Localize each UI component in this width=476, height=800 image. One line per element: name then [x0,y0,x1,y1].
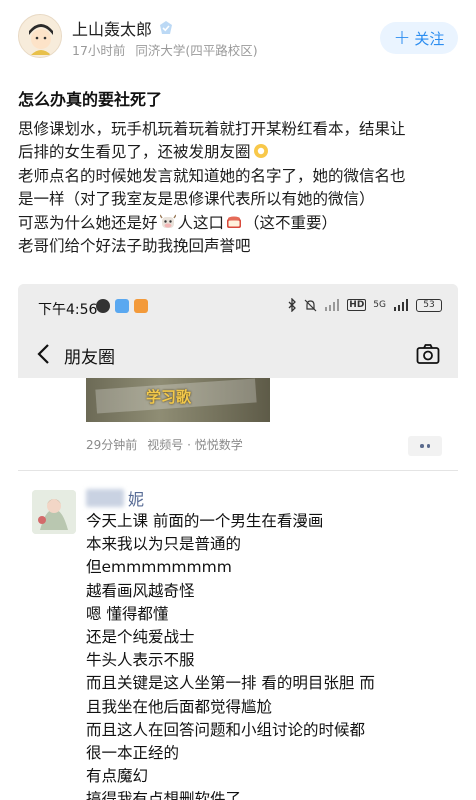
moment-line: 有点魔幻 [86,767,149,786]
plus-icon: + [393,25,411,49]
bento-box-emoji-icon [227,216,242,228]
moment-line: 本来我以为只是普通的 [86,535,242,554]
post-time: 17小时前 [72,43,126,58]
moment-line: 嗯 懂得都懂 [86,604,169,623]
post-title: 怎么办真的要社死了 [18,90,163,109]
post-meta: 17小时前 同济大学(四平路校区) [72,40,258,59]
status-bar: 下午4:56 HD 5G 53 [18,284,458,330]
signal-icon [325,299,340,311]
ok-hand-emoji-icon [253,144,268,159]
post-header: 上山轰太郎 17小时前 同济大学(四平路校区) + 关注 [0,0,476,70]
nav-title: 朋友圈 [64,348,115,368]
body-line: 思修课划水，玩手机玩着玩着就打开某粉红看本，结果让 [18,120,406,138]
video-time: 29分钟前 [86,438,138,452]
blurred-name [86,489,124,507]
status-time: 下午4:56 [38,302,98,318]
moment-line: 但emmmmmmmm [86,558,232,577]
signal-strength-icon [394,299,408,311]
video-source[interactable]: 视频号 · 悦悦数学 [147,436,242,453]
post-body: 思修课划水，玩手机玩着玩着就打开某粉红看本，结果让 后排的女生看见了，还被发朋友… [18,118,462,258]
moment-line: 牛头人表示不服 [86,651,195,670]
body-line: 是一样（对了我室友是思修课代表所以有她的微信） [18,190,375,209]
friend-name[interactable]: 妮 [86,486,144,510]
follow-label: 关注 [414,29,445,48]
moments-nav-bar: 朋友圈 [18,330,458,378]
camera-icon[interactable] [416,343,440,365]
user-avatar[interactable] [18,14,62,58]
back-arrow-icon[interactable] [34,342,56,366]
moment-line: 还是个纯爱战士 [86,628,195,647]
moment-line: 今天上课 前面的一个男生在看漫画 [86,512,324,530]
moment-line: 而且这人在回答问题和小组讨论的时候都 [86,720,366,739]
body-line: 后排的女生看见了，还被发朋友圈 [18,141,462,164]
friend-name-suffix: 妮 [128,490,145,509]
cow-emoji-icon [159,214,176,228]
network-type: 5G [373,300,386,310]
video-thumbnail[interactable]: 学习歌 [86,378,270,422]
body-line: 老哥们给个好法子助我挽回声誉吧 [18,237,251,256]
username[interactable]: 上山轰太郎 [72,16,152,40]
friend-avatar[interactable] [32,490,76,534]
follow-button[interactable]: + 关注 [380,22,458,54]
embedded-screenshot[interactable]: 下午4:56 HD 5G 53 朋友圈 学习歌 29分钟前 视频号 · 悦悦数学 [18,284,458,800]
moments-feed: 学习歌 29分钟前 视频号 · 悦悦数学 妮 今天上课 前面的一个男生在看漫画 … [18,378,458,800]
battery-level: 53 [423,300,435,310]
moment-line: 而且关键是这人坐第一排 看的明目张胆 而 [86,674,375,693]
moment-line: 越看画风越奇怪 [86,581,195,600]
moment-text: 今天上课 前面的一个男生在看漫画 本来我以为只是普通的 但emmmmmmmm 越… [86,510,446,800]
verified-badge-icon [160,21,173,34]
mute-bell-icon [304,299,317,311]
app-notification-icon [115,299,129,313]
taobao-app-icon [134,299,148,313]
more-options-button[interactable] [408,436,442,456]
moment-line: 很一本正经的 [86,744,180,763]
moment-line: 搞得我有点想删软件了 [86,790,242,800]
battery-icon: 53 [416,298,442,312]
body-line: 可恶为什么她还是好 人这口 （这不重要） [18,213,338,232]
penguin-app-icon [96,299,110,313]
video-meta: 29分钟前 视频号 · 悦悦数学 [86,436,243,453]
post-school[interactable]: 同济大学(四平路校区) [135,40,257,59]
hd-icon: HD [347,299,367,311]
body-line: 老师点名的时候她发言就知道她的名字了，她的微信名也 [18,166,406,185]
video-caption: 学习歌 [146,388,192,406]
moment-line: 且我坐在他后面都觉得尴尬 [86,697,273,716]
divider [18,470,458,471]
bluetooth-icon [288,298,297,312]
